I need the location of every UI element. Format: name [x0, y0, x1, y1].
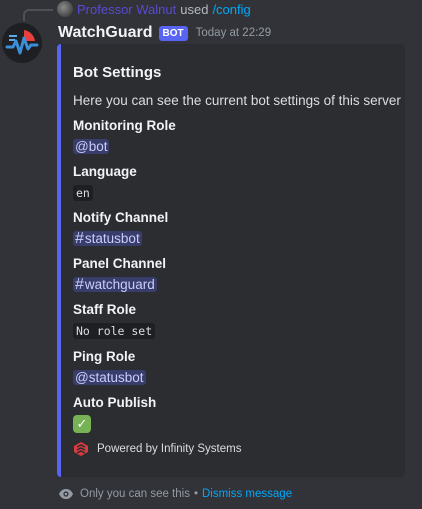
- command-reply-header: Professor Walnut used /config: [57, 1, 251, 17]
- embed-description: Here you can see the current bot setting…: [73, 93, 401, 108]
- language-code: en: [73, 185, 93, 201]
- reply-used-text: used: [180, 1, 209, 17]
- staff-role-value: No role set: [73, 323, 156, 339]
- role-mention[interactable]: @bot: [73, 139, 110, 154]
- reply-user-avatar[interactable]: [57, 1, 73, 17]
- channel-mention[interactable]: #statusbot: [73, 230, 142, 247]
- channel-name: watchguard: [84, 277, 155, 292]
- field-name: Auto Publish: [73, 395, 157, 410]
- ephemeral-text: Only you can see this: [80, 488, 190, 500]
- field-monitoring-role: Monitoring Role @bot: [73, 118, 176, 156]
- field-name: Ping Role: [73, 349, 136, 364]
- separator-dot: •: [193, 488, 198, 500]
- channel-hash-icon: #: [75, 230, 84, 247]
- eye-icon: [59, 489, 73, 499]
- dismiss-message-link[interactable]: Dismiss message: [202, 488, 292, 500]
- field-name: Panel Channel: [73, 256, 167, 271]
- channel-hash-icon: #: [75, 276, 84, 293]
- settings-embed: Bot Settings Here you can see the curren…: [57, 44, 405, 477]
- field-ping-role: Ping Role @statusbot: [73, 349, 146, 387]
- embed-footer: Powered by Infinity Systems: [73, 441, 241, 457]
- channel-mention[interactable]: #watchguard: [73, 276, 157, 293]
- bot-tag: BOT: [158, 25, 188, 41]
- footer-text: Powered by Infinity Systems: [97, 443, 242, 455]
- message-header: WatchGuard BOT Today at 22:29: [58, 22, 271, 44]
- field-language: Language en: [73, 164, 137, 202]
- check-mark-icon: ✓: [73, 415, 91, 433]
- field-name: Monitoring Role: [73, 118, 176, 133]
- reply-username[interactable]: Professor Walnut: [77, 2, 176, 17]
- bot-avatar[interactable]: [2, 23, 42, 63]
- channel-name: statusbot: [84, 231, 140, 246]
- field-name: Staff Role: [73, 302, 137, 317]
- message-timestamp[interactable]: Today at 22:29: [196, 27, 271, 39]
- watchguard-heartbeat-icon: [2, 23, 42, 63]
- field-panel-channel: Panel Channel #watchguard: [73, 256, 166, 294]
- field-name: Notify Channel: [73, 210, 169, 225]
- bot-username[interactable]: WatchGuard: [58, 24, 153, 42]
- field-name: Language: [73, 164, 137, 179]
- reply-command[interactable]: /config: [212, 2, 250, 17]
- field-notify-channel: Notify Channel #statusbot: [73, 210, 168, 248]
- role-mention[interactable]: @statusbot: [73, 370, 146, 385]
- field-staff-role: Staff Role No role set: [73, 302, 156, 340]
- ephemeral-notice: Only you can see this • Dismiss message: [58, 486, 292, 502]
- reply-connector: [23, 9, 53, 21]
- infinity-systems-logo-icon: [74, 442, 88, 456]
- field-auto-publish: Auto Publish ✓: [73, 395, 156, 433]
- embed-title: Bot Settings: [73, 64, 162, 81]
